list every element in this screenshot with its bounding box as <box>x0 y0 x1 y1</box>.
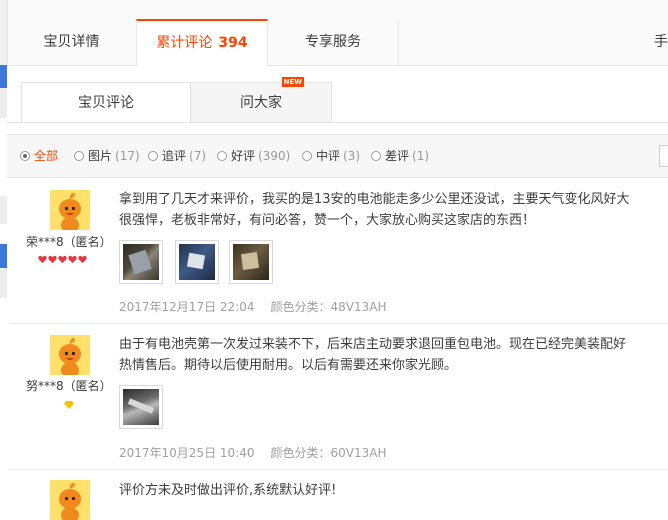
review-item: 努***8（匿名） 由于有电池壳第一次发过来装不下，后来店主动要求退回重包电池。… <box>7 324 668 470</box>
review-text: 评价方未及时做出评价,系统默认好评! <box>119 480 668 501</box>
review-count: 394 <box>218 35 248 51</box>
left-edge-block <box>0 268 7 298</box>
review-photo[interactable] <box>229 240 273 284</box>
filter-positive-label: 好评 <box>231 149 256 163</box>
filter-negative[interactable]: 差评 (1) <box>371 148 429 164</box>
review-sku: 颜色分类：60V13AH <box>270 446 387 460</box>
new-badge: NEW <box>281 77 304 87</box>
subtab-ask-everyone-label: 问大家 <box>240 95 282 111</box>
left-edge-block <box>0 196 7 224</box>
detail-tab-bar: 宝贝详情 累计评论 394 专享服务 手 <box>0 0 668 66</box>
review-date: 2017年12月17日 22:04 <box>119 300 255 314</box>
filter-follow-up-count: (7) <box>189 149 207 163</box>
review-item: 荣***8（匿名） 拿到用了几天才来评价，我买的是13安的电池能走多少公里还没试… <box>7 176 668 324</box>
sort-dropdown[interactable] <box>659 145 668 167</box>
radio-checked-icon <box>20 151 30 161</box>
review-date: 2017年10月25日 10:40 <box>119 446 255 460</box>
taobao-doll-avatar-icon <box>50 480 90 520</box>
heart-icon <box>78 255 87 264</box>
subtab-item-reviews-label: 宝贝评论 <box>78 95 134 111</box>
filter-all[interactable]: 全部 <box>20 148 58 164</box>
review-photo[interactable] <box>175 240 219 284</box>
left-edge-block <box>0 88 7 118</box>
taobao-doll-avatar-icon <box>50 335 90 375</box>
filter-pictures[interactable]: 图片 (17) <box>74 148 140 164</box>
filter-negative-label: 差评 <box>385 149 410 163</box>
review-text-line: 拿到用了几天才来评价，我买的是13安的电池能走多少公里还没试，主要天气变化风好大 <box>119 192 630 207</box>
radio-icon <box>302 151 312 161</box>
review-item: 评价方未及时做出评价,系统默认好评! <box>7 470 668 520</box>
radio-icon <box>148 151 158 161</box>
review-filter-bar: 全部 图片 (17) 追评 (7) 好评 (390) 中评 (3) 差评 (1) <box>7 134 668 178</box>
review-meta: 2017年10月25日 10:40 颜色分类：60V13AH <box>119 444 386 461</box>
filter-pictures-label: 图片 <box>88 149 113 163</box>
tab-reviews[interactable]: 累计评论 394 <box>136 19 268 66</box>
tab-phone[interactable]: 手 <box>654 19 668 65</box>
filter-negative-count: (1) <box>412 149 430 163</box>
review-text-line: 很强悍，老板非常好，有问必答，赞一个，大家放心购买这家店的东西！ <box>119 213 536 228</box>
review-sku: 颜色分类：48V13AH <box>270 300 387 314</box>
subtab-item-reviews[interactable]: 宝贝评论 <box>21 82 191 123</box>
avatar <box>50 190 90 230</box>
tab-phone-label: 手 <box>654 34 668 50</box>
review-text-line: 评价方未及时做出评价,系统默认好评! <box>119 483 337 498</box>
tab-exclusive-service-label: 专享服务 <box>305 34 361 50</box>
filter-all-label: 全部 <box>34 149 59 163</box>
left-edge-accent <box>0 244 7 268</box>
filter-follow-up[interactable]: 追评 (7) <box>148 148 206 164</box>
reviewer-name: 荣***8（匿名） <box>26 235 112 249</box>
tab-exclusive-service[interactable]: 专享服务 <box>268 19 399 65</box>
review-photo[interactable] <box>119 385 163 429</box>
review-subtabs: 宝贝评论 问大家 NEW <box>7 65 668 123</box>
filter-pictures-count: (17) <box>115 149 140 163</box>
diamond-icon <box>64 401 74 409</box>
left-edge-accent <box>0 65 7 88</box>
avatar <box>50 480 90 520</box>
filter-neutral-count: (3) <box>343 149 361 163</box>
radio-icon <box>371 151 381 161</box>
tab-item-details[interactable]: 宝贝详情 <box>7 19 137 65</box>
review-text-line: 由于有电池壳第一次发过来装不下，后来店主动要求退回重包电池。现在已经完美装配好 <box>119 337 627 352</box>
taobao-doll-avatar-icon <box>50 190 90 230</box>
heart-icon <box>38 255 47 264</box>
radio-icon <box>74 151 84 161</box>
filter-neutral-label: 中评 <box>316 149 341 163</box>
review-text-line: 热情售后。期待以后使用耐用。以后有需要还来你家光顾。 <box>119 358 458 373</box>
avatar <box>50 335 90 375</box>
filter-neutral[interactable]: 中评 (3) <box>302 148 360 164</box>
review-text: 由于有电池壳第一次发过来装不下，后来店主动要求退回重包电池。现在已经完美装配好 … <box>119 334 668 376</box>
review-text: 拿到用了几天才来评价，我买的是13安的电池能走多少公里还没试，主要天气变化风好大… <box>119 189 668 231</box>
review-meta: 2017年12月17日 22:04 颜色分类：48V13AH <box>119 298 386 315</box>
reputation-diamond <box>64 398 74 409</box>
filter-positive[interactable]: 好评 (390) <box>217 148 290 164</box>
tab-item-details-label: 宝贝详情 <box>43 34 100 50</box>
reputation-hearts <box>38 253 88 264</box>
filter-follow-up-label: 追评 <box>162 149 187 163</box>
heart-icon <box>48 255 57 264</box>
reviewer-name: 努***8（匿名） <box>26 379 112 393</box>
tab-reviews-label: 累计评论 <box>156 35 213 51</box>
subtab-ask-everyone[interactable]: 问大家 NEW <box>190 77 332 123</box>
heart-icon <box>68 255 77 264</box>
review-photo[interactable] <box>119 240 163 284</box>
radio-icon <box>217 151 227 161</box>
filter-positive-count: (390) <box>258 149 291 163</box>
subtab-divider <box>7 122 668 123</box>
heart-icon <box>58 255 67 264</box>
